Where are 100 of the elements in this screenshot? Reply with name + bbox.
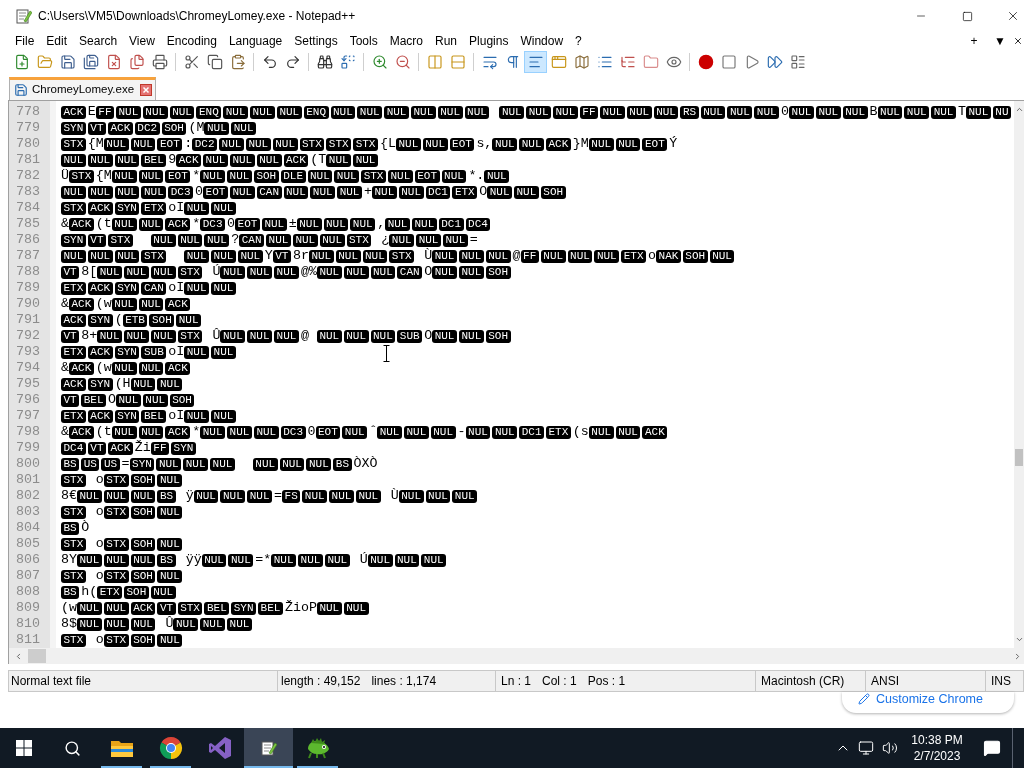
menu-item[interactable]: Settings [288,32,344,50]
control-character-badge: SOH [149,313,175,327]
control-character-badge: NUL [256,153,282,167]
menu-item[interactable]: Tools [343,32,384,50]
control-character-badge: NUL [157,473,183,487]
control-character-badge: NUL [103,601,129,615]
line-number: 796 [16,392,40,408]
control-character-badge: NUL [157,537,183,551]
control-character-badge: VT [157,601,176,615]
control-character-badge: NUL [357,105,383,119]
control-character-badge: NUL [343,329,369,343]
menu-item[interactable]: Language [222,32,289,50]
control-character-badge: CAN [397,265,423,279]
file-x-icon [105,54,122,70]
clock[interactable]: 10:38 PM 2/7/2023 [902,728,972,768]
editor-text: Ži [134,440,151,456]
editor-text: 8+ [81,328,98,344]
control-character-badge: NUL [211,281,236,295]
control-character-badge: DC2 [192,137,218,151]
chevron-left-icon[interactable] [14,651,23,661]
editor-text: (T [310,152,327,168]
zoom-out-icon [394,54,411,70]
menu-item[interactable]: Search [73,32,124,50]
menu-item[interactable]: Encoding [160,32,223,50]
control-character-badge: BS [61,521,80,535]
chevron-up-icon[interactable] [1014,105,1024,114]
menu-item[interactable]: Edit [40,32,74,50]
floppy-disks-icon [82,54,99,70]
editor-text: {M [87,136,104,152]
control-character-badge: NUL [130,617,156,631]
control-character-badge: STX [389,249,415,263]
control-character-badge: ETX [97,585,122,599]
control-character-badge: SOH [130,473,156,487]
customize-button[interactable]: Customize Chrome [842,692,1014,713]
scrollbar-thumb[interactable] [1015,449,1023,466]
line-number: 807 [16,568,40,584]
indent-guide-button[interactable] [524,51,547,73]
control-character-badge: STX [61,505,86,519]
control-character-badge: ETX [141,201,167,215]
scrollbar-thumb[interactable] [28,649,46,663]
control-character-badge: NUL [330,105,356,119]
menu-item[interactable]: View [123,32,161,50]
control-character-badge: EOT [449,137,475,151]
line-number: 803 [16,504,40,520]
vertical-scrollbar[interactable] [1014,101,1024,648]
control-character-badge: ACK [69,425,94,439]
control-character-badge: NUL [319,233,345,247]
line-number: 785 [16,216,40,232]
line-number: 793 [16,344,40,360]
chevron-right-icon[interactable] [1013,651,1022,661]
menu-bar-button[interactable]: + [961,32,987,50]
control-character-badge: ACK [165,217,191,231]
menu-item[interactable]: ? [569,32,588,50]
control-character-badge: NUL [626,105,652,119]
editor-text: * [192,424,201,440]
menu-item[interactable]: Macro [383,32,429,50]
control-character-badge: SUB [141,345,167,359]
control-character-badge: NUL [116,393,141,407]
control-character-badge: SYN [87,313,113,327]
control-character-badge: NUL [308,249,334,263]
control-character-badge: NUL [385,217,410,231]
menu-item[interactable]: Window [514,32,570,50]
control-character-badge: NUL [362,249,388,263]
control-character-badge: EOT [157,137,183,151]
control-character-badge: NUL [442,233,468,247]
control-character-badge: NUL [204,121,230,135]
menu-bar-button[interactable]: ▼ [987,32,1013,50]
close-icon[interactable] [1013,36,1023,46]
editor-text: oI [168,280,185,296]
folder-icon [642,54,659,70]
chevron-down-icon[interactable] [1014,635,1024,644]
taskbar-app-button[interactable] [244,728,293,768]
editor-text: Ú [212,264,221,280]
control-character-badge: STX [61,137,86,151]
editor-text: & [61,216,69,232]
round-logo-icon [158,736,183,760]
tab[interactable]: ChromeyLomey.exe [9,77,157,100]
control-character-badge: NUL [458,265,484,279]
control-character-badge: NUL [398,489,424,503]
control-character-badge: NUL [334,169,360,183]
control-character-badge: NUL [343,265,369,279]
control-character-badge: NUL [261,217,287,231]
control-character-badge: NUL [103,617,129,631]
control-character-badge: NUL [103,553,129,567]
control-character-badge: ETX [61,281,86,295]
rows-icon [449,54,466,70]
cursor-column: Col : 1 [542,672,577,690]
control-character-badge: NUL [176,313,202,327]
control-character-badge: RS [680,105,699,119]
control-character-badge: CAN [141,281,167,295]
editor-text: o [648,248,657,264]
editor-text: 0 [781,104,790,120]
menu-item[interactable]: File [9,32,41,50]
control-character-badge: DC3 [200,217,226,231]
menu-item[interactable]: Run [429,32,464,50]
control-character-badge: NUL [567,249,593,263]
horizontal-scrollbar[interactable] [8,648,1024,664]
control-character-badge: NUL [130,553,156,567]
control-character-badge: NUL [403,425,429,439]
menu-item[interactable]: Plugins [463,32,515,50]
